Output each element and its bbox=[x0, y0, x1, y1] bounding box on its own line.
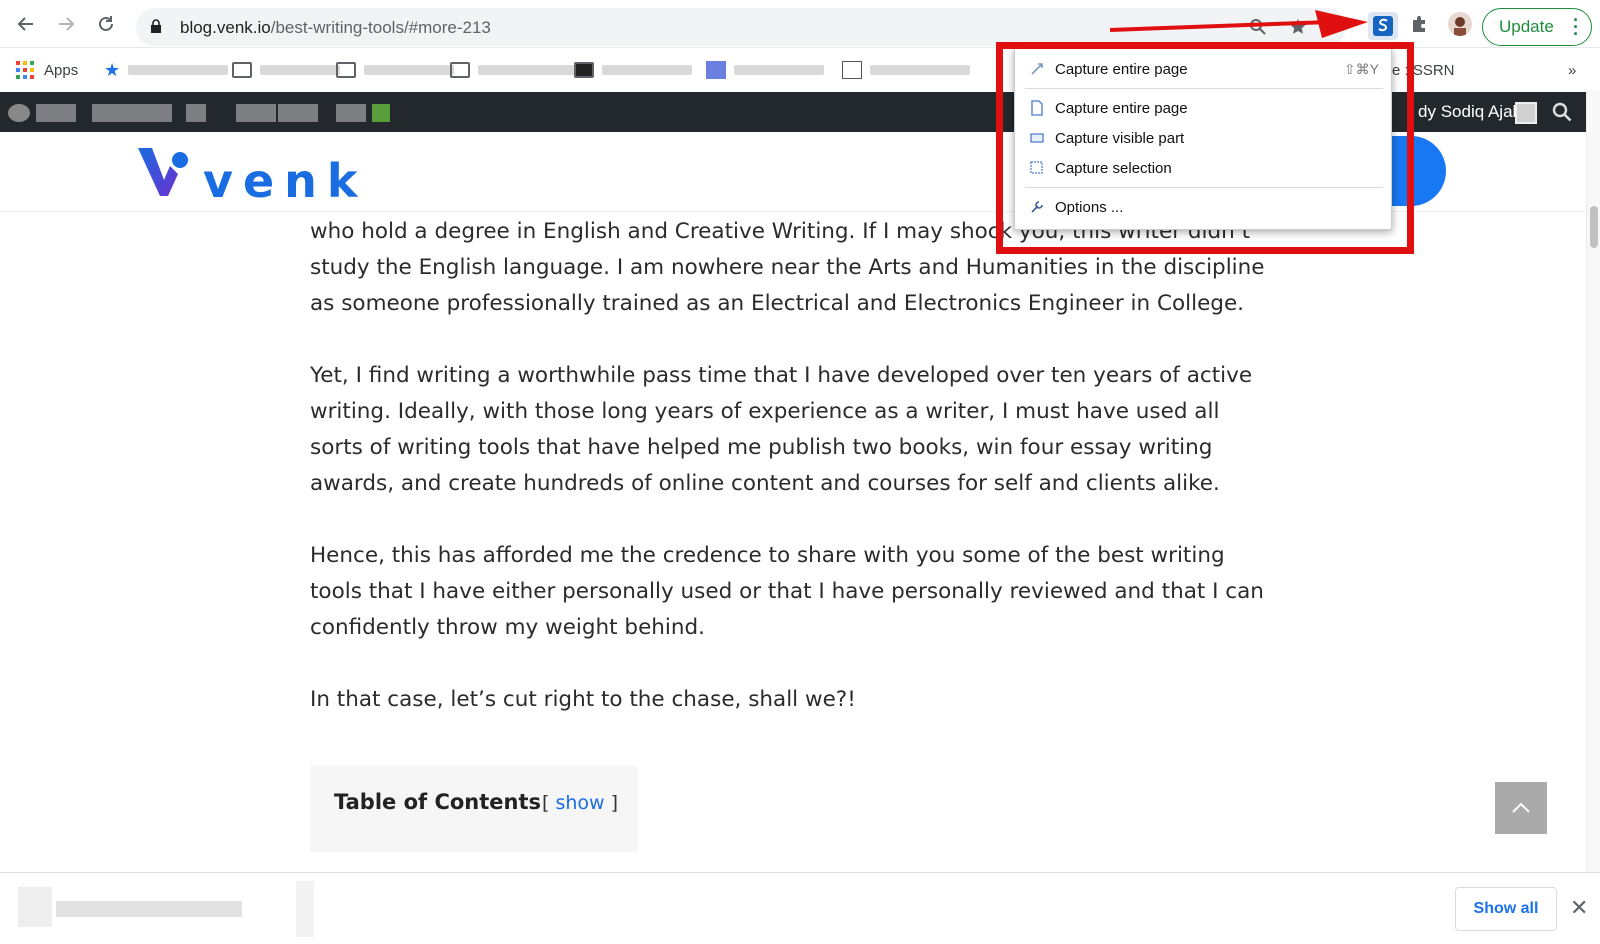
venk-logo-icon[interactable] bbox=[136, 146, 192, 201]
forward-arrow-icon[interactable] bbox=[52, 10, 80, 38]
download-chevron[interactable] bbox=[296, 881, 314, 937]
apps-label: Apps bbox=[44, 61, 79, 79]
bookmark-apps[interactable]: Apps bbox=[16, 59, 78, 81]
admin-user-name[interactable]: dy Sodiq Ajala bbox=[1418, 102, 1526, 122]
annotation-highlight-box bbox=[996, 42, 1414, 254]
update-button[interactable]: Update · · · bbox=[1482, 8, 1592, 46]
scroll-to-top-button[interactable] bbox=[1495, 782, 1547, 834]
bookmark-favicon-icon bbox=[706, 61, 726, 79]
blurred-item bbox=[92, 104, 172, 122]
bookmark-folder-3[interactable] bbox=[450, 59, 578, 81]
download-bar: Show all ✕ bbox=[0, 872, 1600, 944]
annotation-arrow-icon bbox=[1110, 10, 1368, 38]
profile-avatar-icon[interactable] bbox=[1448, 12, 1472, 36]
download-file-icon[interactable] bbox=[18, 887, 52, 927]
blurred-item bbox=[336, 104, 366, 122]
article-paragraph: Yet, I find writing a worthwhile pass ti… bbox=[310, 363, 1253, 496]
article-body: who hold a degree in English and Creativ… bbox=[310, 214, 1270, 754]
star-icon: ★ bbox=[104, 59, 121, 80]
chevron-up-icon bbox=[1512, 802, 1530, 813]
article-paragraph: Hence, this has afforded me the credence… bbox=[310, 543, 1264, 640]
toc-show-link[interactable]: show bbox=[555, 792, 604, 814]
folder-icon bbox=[574, 62, 594, 78]
bookmark-item-blurred-3[interactable] bbox=[706, 59, 824, 81]
table-of-contents: Table of Contents [ show ] bbox=[310, 766, 638, 852]
update-label: Update bbox=[1499, 17, 1554, 36]
url-text: blog.venk.io/best-writing-tools/#more-21… bbox=[180, 18, 491, 37]
toc-title: Table of Contents bbox=[334, 790, 542, 814]
blurred-logo-icon bbox=[8, 104, 30, 122]
folder-icon bbox=[336, 62, 356, 78]
lock-icon bbox=[151, 19, 161, 33]
blurred-item bbox=[236, 104, 276, 122]
blurred-download-name[interactable] bbox=[56, 901, 242, 917]
bookmark-item-blurred-2[interactable] bbox=[574, 59, 692, 81]
bookmark-folder-2[interactable] bbox=[336, 59, 454, 81]
article-paragraph: In that case, let’s cut right to the cha… bbox=[310, 687, 856, 712]
extensions-puzzle-icon[interactable] bbox=[1408, 12, 1432, 36]
bookmark-item-blurred-1[interactable]: ★ bbox=[104, 59, 229, 81]
blurred-item bbox=[372, 104, 390, 122]
bookmarks-overflow-icon[interactable]: » bbox=[1568, 59, 1576, 81]
page-scrollbar[interactable] bbox=[1586, 90, 1600, 872]
blurred-item bbox=[186, 104, 206, 122]
blurred-item bbox=[36, 104, 76, 122]
close-icon[interactable]: ✕ bbox=[1570, 895, 1588, 921]
admin-avatar[interactable] bbox=[1515, 102, 1537, 124]
back-arrow-icon[interactable] bbox=[12, 10, 40, 38]
site-logo-text[interactable]: venk bbox=[203, 154, 368, 208]
folder-icon bbox=[450, 62, 470, 78]
apps-grid-icon bbox=[16, 61, 34, 79]
bookmark-item-blurred-4[interactable] bbox=[842, 59, 970, 81]
reload-icon[interactable] bbox=[92, 10, 120, 38]
menu-dots-icon[interactable]: · · · bbox=[1573, 11, 1579, 43]
screenshot-extension-icon[interactable] bbox=[1368, 12, 1398, 40]
folder-icon bbox=[232, 62, 252, 78]
scrollbar-thumb[interactable] bbox=[1590, 206, 1598, 248]
show-all-button[interactable]: Show all bbox=[1455, 887, 1557, 931]
toc-toggle: [ show ] bbox=[542, 792, 619, 814]
bookmark-folder-1[interactable] bbox=[232, 59, 340, 81]
admin-search-icon[interactable] bbox=[1552, 102, 1572, 127]
blurred-item bbox=[278, 104, 318, 122]
bookmark-favicon-icon bbox=[842, 61, 862, 79]
